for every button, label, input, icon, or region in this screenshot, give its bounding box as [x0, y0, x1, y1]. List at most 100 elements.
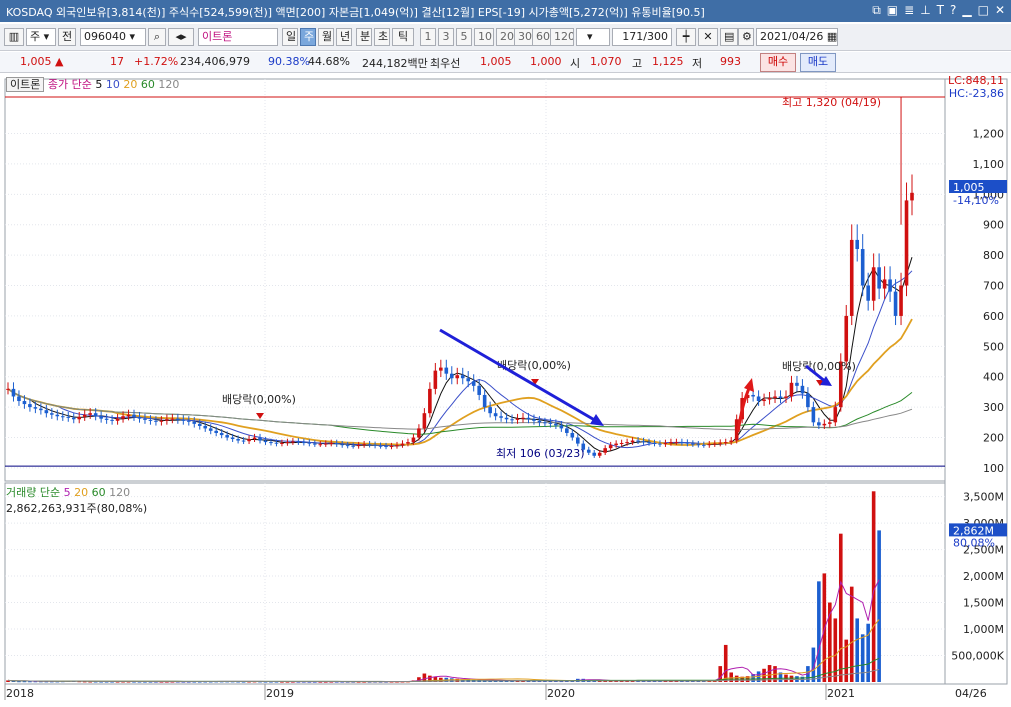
period-tick-button[interactable]: 틱	[392, 28, 414, 46]
volume-bar	[849, 586, 854, 682]
stock-code-input[interactable]: 096040 ▾	[80, 28, 146, 46]
ma-legend-20: 20	[119, 78, 138, 91]
candle-body	[449, 373, 454, 379]
count-total: /300	[643, 30, 668, 43]
volume-tick-label: 2,000M	[963, 570, 1004, 583]
candle-body	[22, 401, 27, 405]
speaker-icon[interactable]: ◂▸	[168, 28, 194, 46]
candle-body	[597, 452, 602, 456]
candle-body	[6, 388, 10, 390]
volume-legend: 거래량 단순 5 20 60 120 2,862,263,931주(80,08%…	[6, 484, 147, 516]
candle-body	[88, 413, 92, 415]
interval-5-button[interactable]: 5	[456, 28, 472, 46]
candle-style-icon[interactable]: ┿	[676, 28, 696, 46]
price-tick-label: 500	[983, 340, 1004, 353]
candle-body	[176, 418, 180, 420]
candle-body	[532, 419, 536, 421]
candle-body	[702, 444, 706, 446]
settings-icon[interactable]: ⚙	[738, 28, 754, 46]
candle-body	[718, 442, 723, 444]
candle-body	[389, 446, 394, 448]
candle-body	[143, 418, 147, 420]
prev-button[interactable]: 전	[58, 28, 76, 46]
candle-body	[778, 396, 783, 398]
minimize-icon[interactable]: ▁	[962, 3, 971, 18]
buy-button[interactable]: 매수	[760, 53, 796, 72]
candle-body	[28, 404, 32, 408]
interval-3-button[interactable]: 3	[438, 28, 454, 46]
candle-body	[17, 396, 21, 402]
candle-body	[93, 413, 98, 417]
split-icon[interactable]: ▣	[887, 3, 898, 18]
interval-60-button[interactable]: 60	[532, 28, 552, 46]
price-change-pct: +1.72%	[134, 55, 179, 68]
search-icon[interactable]: ⌕	[148, 28, 166, 46]
help-icon[interactable]: ?	[950, 3, 956, 18]
candle-body	[126, 414, 131, 417]
period-week-button[interactable]: 주	[300, 28, 316, 46]
candle-body	[860, 249, 865, 286]
candle-body	[784, 396, 788, 398]
stock-chart[interactable]: 최고 1,320 (04/19) 최저 106 (03/23) 배당락(0,00%)…	[0, 74, 1011, 704]
stock-tag[interactable]: 이트론	[6, 77, 45, 92]
period-minute-button[interactable]: 분	[356, 28, 372, 46]
period-month-button[interactable]: 월	[318, 28, 334, 46]
save-icon[interactable]: ▤	[720, 28, 738, 46]
interval-120-button[interactable]: 120	[550, 28, 574, 46]
period-day-button[interactable]: 일	[282, 28, 298, 46]
candle-body	[773, 396, 777, 398]
low-annotation: 최저 106 (03/23)	[496, 447, 585, 460]
candle-body	[39, 408, 43, 411]
candle-body	[181, 419, 186, 421]
period-year-button[interactable]: 년	[336, 28, 352, 46]
period-second-button[interactable]: 초	[374, 28, 390, 46]
window-icon[interactable]: ⧉	[872, 3, 881, 18]
candle-body	[630, 440, 635, 443]
dividend-label: 배당락(0,00%)	[782, 360, 856, 373]
chart-menu-icon[interactable]: ▥	[4, 28, 24, 46]
crosshair-icon[interactable]: ✕	[698, 28, 718, 46]
candle-body	[203, 425, 208, 429]
time-tick-label: 2020	[547, 687, 575, 700]
candle-body	[296, 441, 301, 443]
count-input[interactable]: 171/300	[612, 28, 672, 46]
custom-interval-select[interactable]: ▾	[576, 28, 610, 46]
candle-body	[537, 420, 542, 423]
low-price: 993	[720, 55, 741, 68]
chart-area[interactable]: 최고 1,320 (04/19) 최저 106 (03/23) 배당락(0,00%)…	[0, 74, 1011, 704]
candle-body	[510, 419, 514, 421]
list-icon[interactable]: ≣	[904, 3, 914, 18]
date-input[interactable]: 2021/04/26 ▦	[756, 28, 838, 46]
interval-20-button[interactable]: 20	[496, 28, 516, 46]
candle-body	[44, 410, 49, 414]
maximize-icon[interactable]: □	[978, 3, 989, 18]
candle-body	[400, 443, 405, 446]
candle-body	[50, 413, 54, 415]
price-tick-label: 900	[983, 219, 1004, 232]
candle-body	[33, 407, 38, 409]
candle-body	[488, 407, 492, 414]
tool-icon[interactable]: ⊥	[920, 3, 930, 18]
candle-body	[362, 444, 366, 446]
volume-bar	[833, 618, 838, 682]
interval-10-button[interactable]: 10	[474, 28, 494, 46]
candle-body	[680, 442, 684, 444]
current-pct-tag: -14,10%	[953, 194, 999, 207]
interval-30-button[interactable]: 30	[514, 28, 534, 46]
candle-body	[817, 422, 821, 426]
trade-volume: 234,406,979	[180, 55, 250, 68]
close-icon[interactable]: ✕	[995, 3, 1005, 18]
period-type-select[interactable]: 주 ▾	[26, 28, 56, 46]
interval-1-button[interactable]: 1	[420, 28, 436, 46]
volume-bar	[789, 675, 794, 682]
sell-button[interactable]: 매도	[800, 53, 836, 72]
candle-body	[586, 449, 591, 453]
open-price: 1,070	[590, 55, 622, 68]
stock-name-field[interactable]: 이트론	[198, 28, 278, 46]
candle-body	[115, 418, 120, 421]
volume-tick-label: 1,000M	[963, 623, 1004, 636]
candle-body	[334, 442, 339, 445]
candle-body	[712, 443, 717, 445]
candle-body	[685, 442, 690, 444]
text-icon[interactable]: T	[937, 3, 944, 18]
